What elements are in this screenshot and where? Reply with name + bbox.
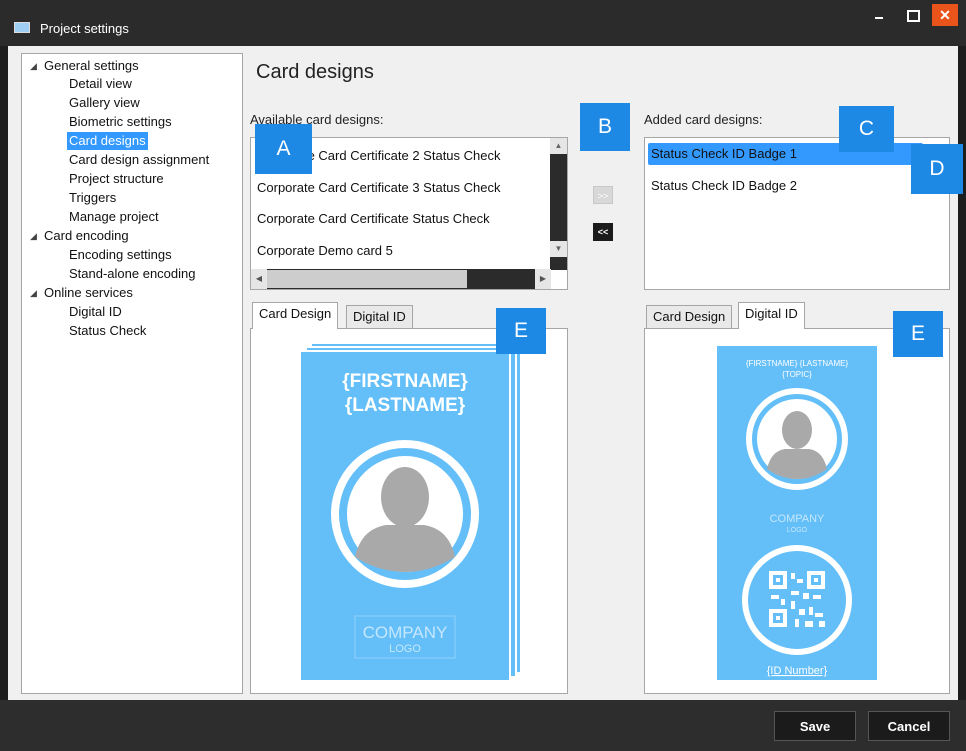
tab-digital-id[interactable]: Digital ID xyxy=(738,302,805,329)
tree-item-card-designs[interactable]: Card designs xyxy=(67,132,148,150)
company-text: COMPANY xyxy=(770,513,825,525)
callout-badge-c: C xyxy=(839,106,894,152)
scroll-up-icon[interactable]: ▲ xyxy=(550,138,567,154)
settings-tree: ◢ General settings Detail view Gallery v… xyxy=(21,53,243,694)
expand-triangle-icon[interactable]: ◢ xyxy=(30,288,37,299)
callout-badge-b: B xyxy=(580,103,630,151)
maximize-button[interactable] xyxy=(901,4,923,26)
company-text: COMPANY xyxy=(363,623,448,642)
tree-item-card-encoding[interactable]: Card encoding xyxy=(44,227,129,245)
window-title: Project settings xyxy=(40,21,129,36)
expand-triangle-icon[interactable]: ◢ xyxy=(30,231,37,242)
tree-item-online-services[interactable]: Online services xyxy=(44,284,133,302)
list-item[interactable]: Corporate Card Certificate 3 Status Chec… xyxy=(257,180,501,195)
callout-badge-d: D xyxy=(911,144,963,194)
callout-badge-e: E xyxy=(496,308,546,354)
title-bar: Project settings ✕ xyxy=(0,0,966,46)
names-field: {FIRSTNAME} {LASTNAME} xyxy=(746,359,849,368)
page-title: Card designs xyxy=(256,61,374,83)
tree-item-biometric-settings[interactable]: Biometric settings xyxy=(69,113,172,131)
close-button[interactable]: ✕ xyxy=(932,4,958,26)
list-item-label: Status Check ID Badge 1 xyxy=(651,146,797,161)
tree-item-card-design-assignment[interactable]: Card design assignment xyxy=(69,151,209,169)
id-number-field: {ID Number} xyxy=(767,665,828,677)
expand-triangle-icon[interactable]: ◢ xyxy=(30,61,37,72)
minimize-button[interactable] xyxy=(868,4,890,26)
firstname-field: {FIRSTNAME} xyxy=(342,371,468,392)
tree-item-encoding-settings[interactable]: Encoding settings xyxy=(69,246,172,264)
tree-item-gallery-view[interactable]: Gallery view xyxy=(69,94,140,112)
dialog-body: ◢ General settings Detail view Gallery v… xyxy=(8,46,963,700)
digital-id-preview: {FIRSTNAME} {LASTNAME} {TOPIC} COMPANY L… xyxy=(644,328,950,694)
horizontal-scrollbar[interactable]: ◀ ▶ xyxy=(251,269,551,289)
digital-id-preview-canvas: {FIRSTNAME} {LASTNAME} {TOPIC} COMPANY L… xyxy=(717,346,877,680)
card-design-preview-canvas: {FIRSTNAME} {LASTNAME} COMPANY LOGO xyxy=(299,342,522,682)
project-settings-window: Project settings ✕ ◢ General settings De… xyxy=(0,0,966,751)
logo-text: LOGO xyxy=(787,527,808,534)
lastname-field: {LASTNAME} xyxy=(345,395,466,416)
tree-item-detail-view[interactable]: Detail view xyxy=(69,75,132,93)
topic-field: {TOPIC} xyxy=(782,370,812,379)
tab-digital-id[interactable]: Digital ID xyxy=(346,305,413,329)
scroll-right-icon[interactable]: ▶ xyxy=(535,269,551,289)
callout-badge-a: A xyxy=(255,124,312,174)
add-design-button[interactable]: >> xyxy=(593,186,613,204)
list-item[interactable]: Corporate Demo card 5 xyxy=(257,243,393,258)
scroll-down-icon[interactable]: ▼ xyxy=(550,241,567,257)
tree-item-project-structure[interactable]: Project structure xyxy=(69,170,164,188)
tab-card-design[interactable]: Card Design xyxy=(252,302,339,329)
tree-item-status-check[interactable]: Status Check xyxy=(69,322,146,340)
save-button[interactable]: Save xyxy=(774,711,856,741)
tree-item-triggers[interactable]: Triggers xyxy=(69,189,116,207)
tree-item-digital-id[interactable]: Digital ID xyxy=(69,303,122,321)
remove-design-button[interactable]: << xyxy=(593,223,613,241)
list-item[interactable]: Corporate Card Certificate Status Check xyxy=(257,211,490,226)
list-item[interactable]: Status Check ID Badge 2 xyxy=(651,178,797,193)
added-designs-list[interactable]: Status Check ID Badge 1 Status Check ID … xyxy=(644,137,950,290)
added-designs-label: Added card designs: xyxy=(644,112,763,127)
card-design-preview: {FIRSTNAME} {LASTNAME} COMPANY LOGO xyxy=(250,328,568,694)
tree-item-general-settings[interactable]: General settings xyxy=(44,57,139,75)
app-icon xyxy=(14,22,30,33)
logo-text: LOGO xyxy=(389,643,421,655)
tree-item-stand-alone-encoding[interactable]: Stand-alone encoding xyxy=(69,265,196,283)
scroll-left-icon[interactable]: ◀ xyxy=(251,269,267,289)
tab-card-design[interactable]: Card Design xyxy=(646,305,733,329)
vertical-scrollbar[interactable]: ▲ ▼ xyxy=(550,138,567,270)
cancel-button[interactable]: Cancel xyxy=(868,711,950,741)
callout-badge-e: E xyxy=(893,311,943,357)
scroll-thumb[interactable] xyxy=(267,270,467,288)
tree-item-manage-project[interactable]: Manage project xyxy=(69,208,159,226)
